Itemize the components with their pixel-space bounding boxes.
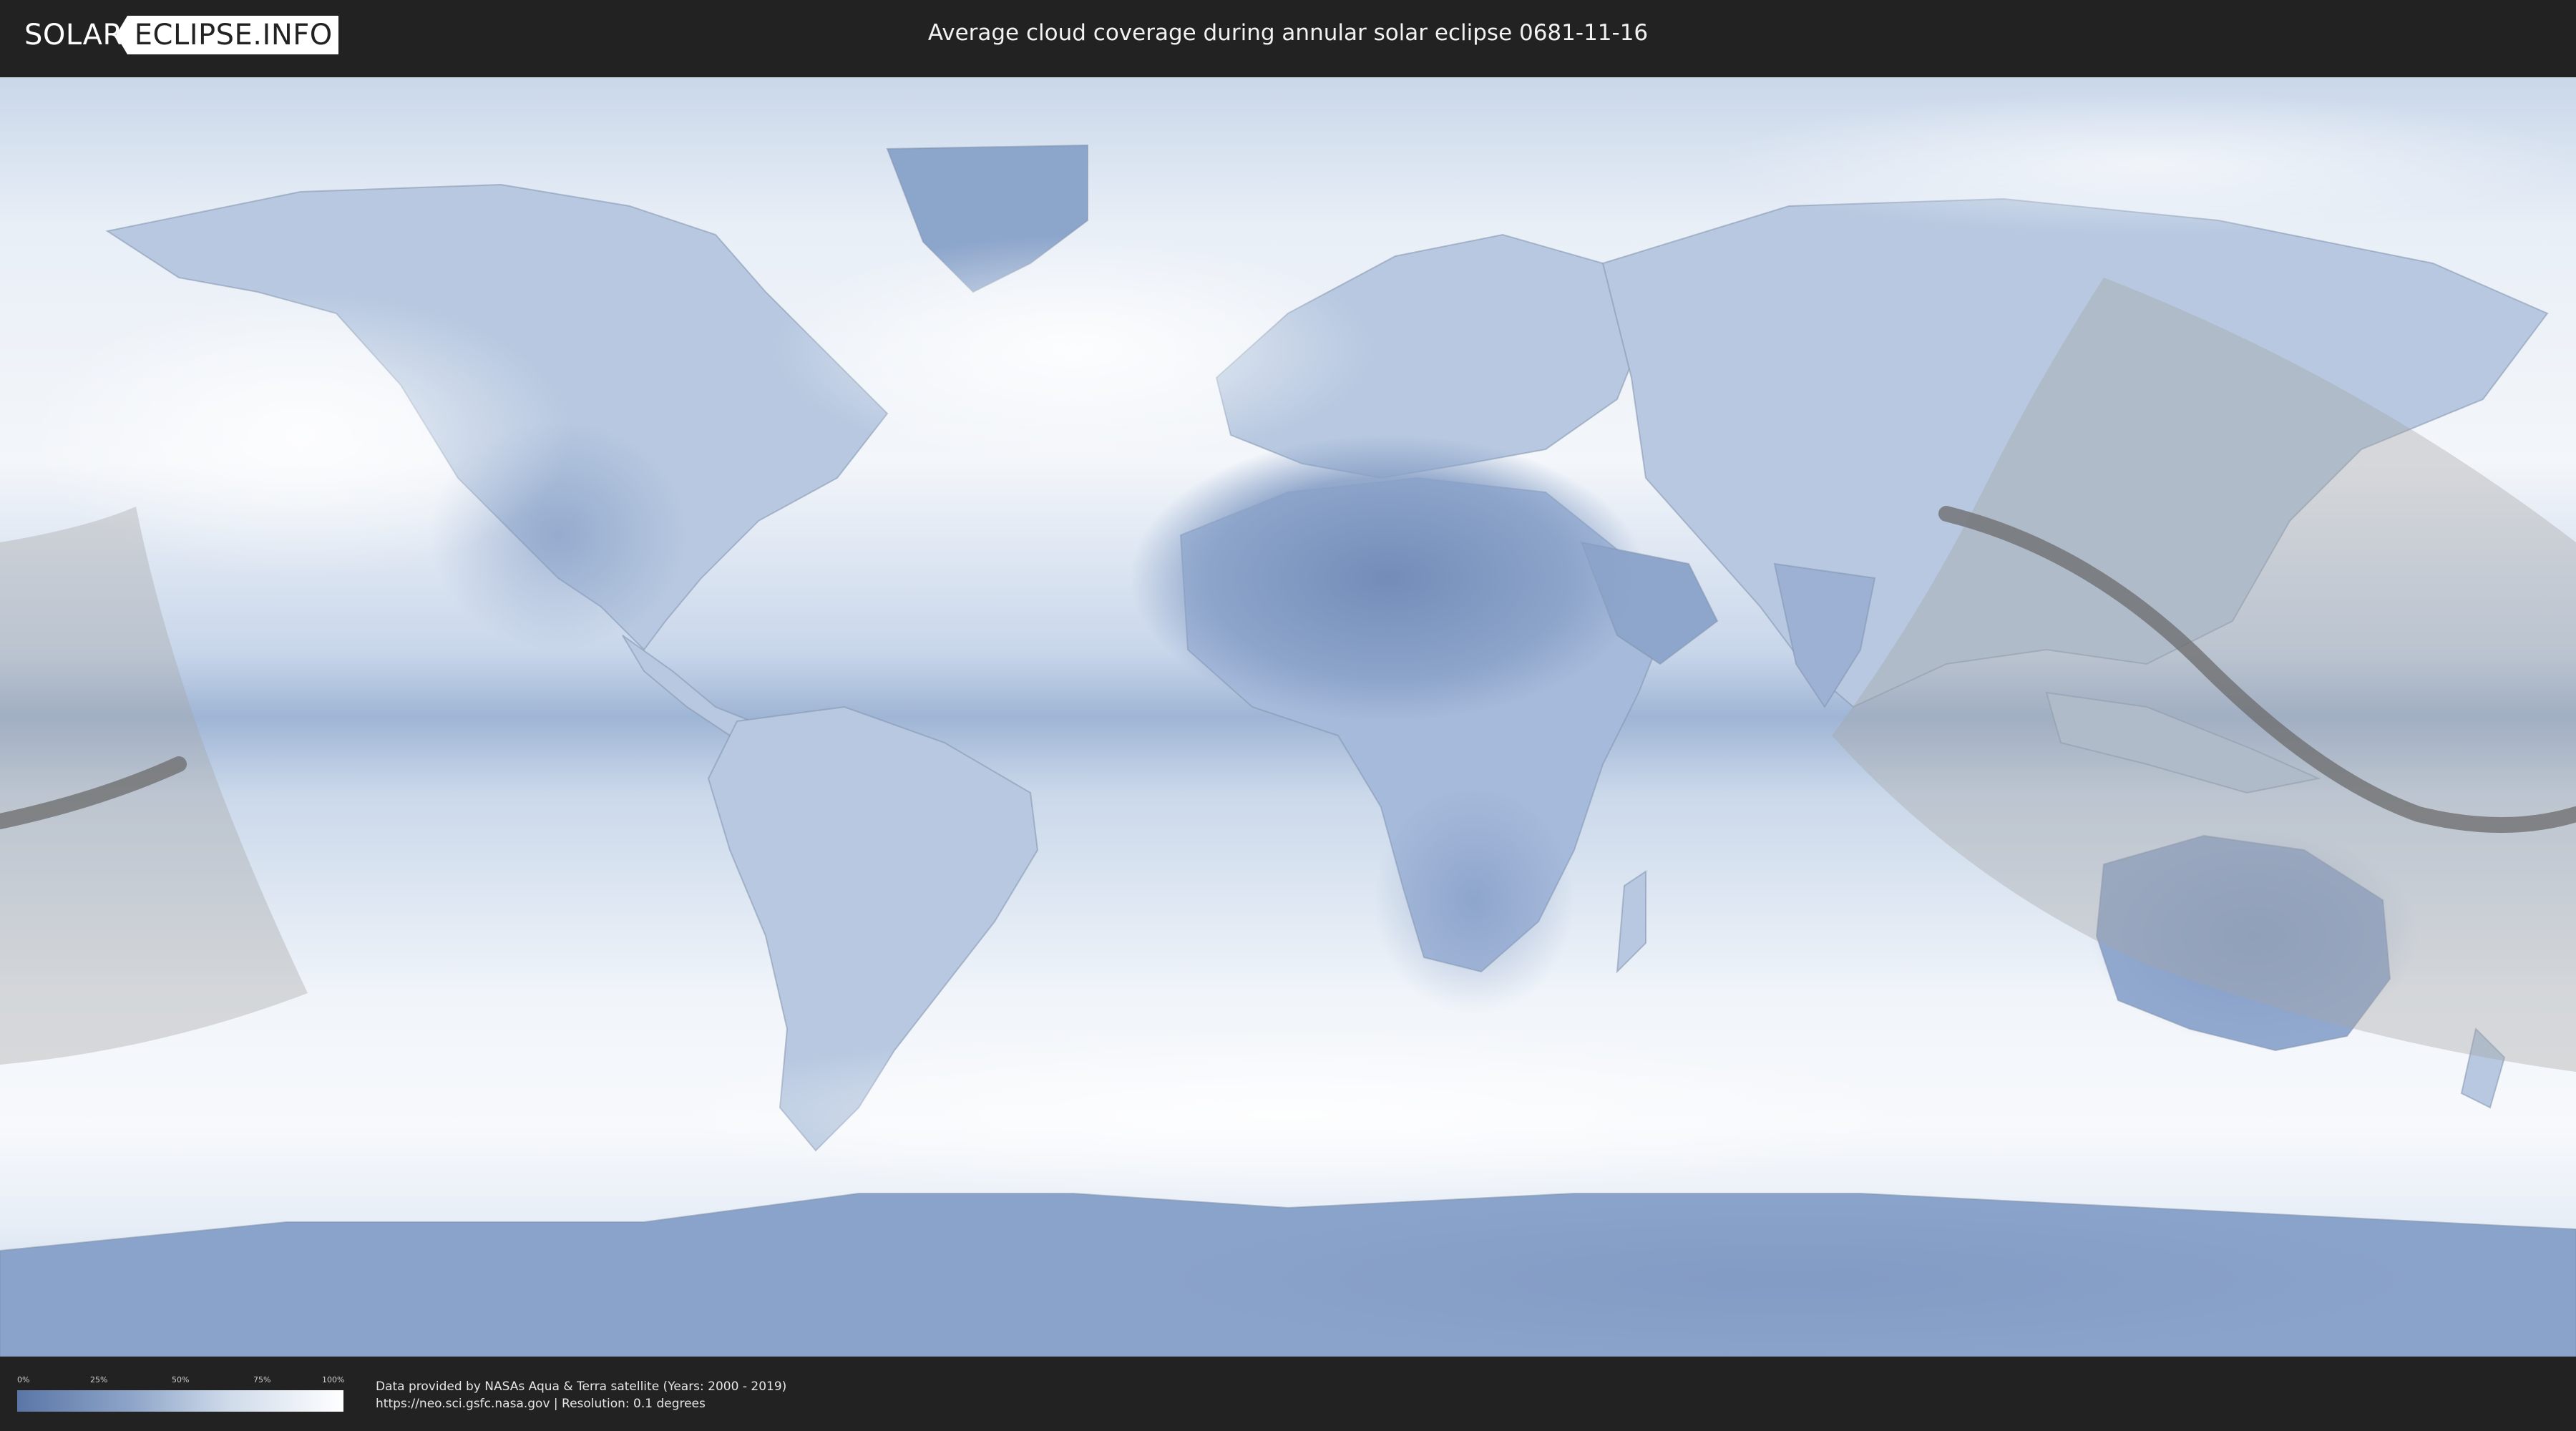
data-source-text: Data provided by NASAs Aqua & Terra sate… — [376, 1379, 787, 1394]
world-map-svg — [0, 77, 2576, 1357]
southern-ocean-clouds — [644, 1029, 1932, 1201]
header-bar: SOLAR ECLIPSE.INFO Average cloud coverag… — [0, 0, 2576, 70]
legend-tick-75: 75% — [253, 1375, 271, 1384]
legend-tick-50: 50% — [172, 1375, 190, 1384]
sahara-clear-area — [1131, 435, 1646, 721]
data-url-text: https://neo.sci.gsfc.nasa.gov | Resoluti… — [376, 1397, 706, 1411]
north-atlantic-clouds — [773, 235, 1374, 464]
arctic-clouds — [1717, 92, 2576, 235]
legend-tick-0: 0% — [17, 1375, 30, 1384]
cloud-coverage-map — [0, 77, 2576, 1357]
footer-bar — [0, 1358, 2576, 1431]
antarctica-clear-area — [1145, 1201, 2433, 1357]
legend-tick-25: 25% — [90, 1375, 108, 1384]
page-title: Average cloud coverage during annular so… — [927, 20, 1649, 46]
legend-tick-100: 100% — [322, 1375, 345, 1384]
cloud-coverage-legend-bar — [17, 1390, 343, 1412]
south-africa-clear-area — [1374, 786, 1574, 1015]
